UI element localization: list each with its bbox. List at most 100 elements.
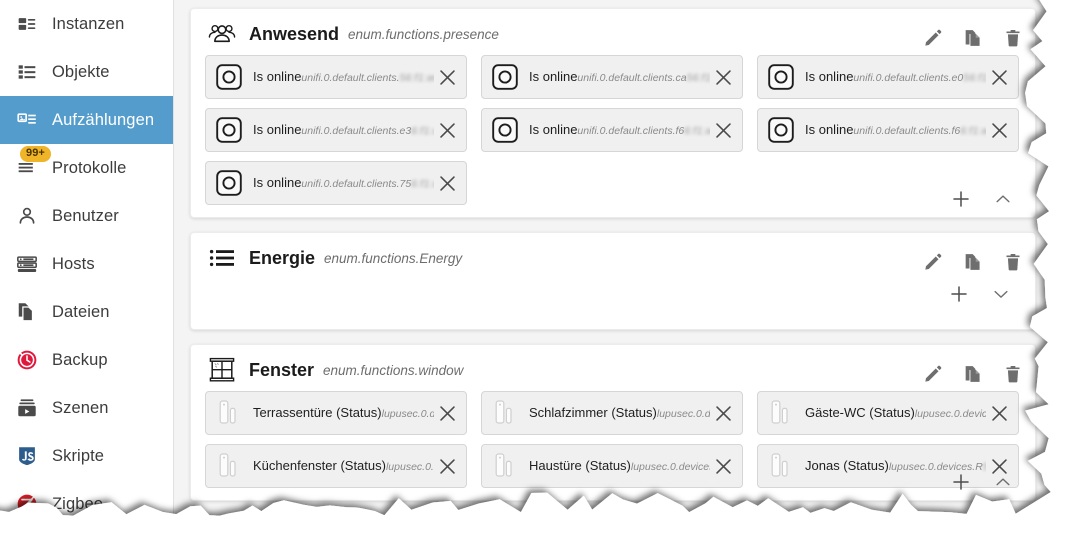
radiator-icon bbox=[205, 526, 239, 541]
enum-title: Anwesend bbox=[249, 23, 340, 44]
sidebar-item-zigbee[interactable]: Zigbee bbox=[0, 480, 173, 518]
close-icon[interactable] bbox=[710, 64, 736, 90]
enum-member-chip[interactable]: Is onlineunifi.0.default.clients.756:f1:… bbox=[205, 161, 467, 205]
add-icon[interactable] bbox=[951, 189, 971, 209]
door-sensor-icon bbox=[214, 451, 244, 481]
state-circle-icon bbox=[490, 115, 520, 145]
sidebar-item-objekte[interactable]: Objekte bbox=[0, 48, 173, 96]
enum-member-chip[interactable]: Is onlineunifi.0.default.clients.e056:f1… bbox=[757, 55, 1019, 99]
enum-id: enum.functions.window bbox=[323, 362, 464, 378]
sidebar-item-szenen[interactable]: Szenen bbox=[0, 384, 173, 432]
enum-card: Energie enum.functions.Energy bbox=[190, 232, 1036, 330]
enum-title: Heizung bbox=[249, 530, 319, 541]
enum-member-id: unifi.0.default.clients.56:f1:a6:76:22:7… bbox=[301, 72, 434, 84]
close-icon[interactable] bbox=[434, 453, 460, 479]
enum-member-chip[interactable]: Is onlineunifi.0.default.clients.f66:f1:… bbox=[757, 108, 1019, 152]
enum-card-header: Fenster enum.functions.window bbox=[205, 345, 1021, 391]
member-id-redacted: 6:f1:a6:76:22 bbox=[411, 178, 434, 190]
sidebar-item-label: Dateien bbox=[52, 302, 110, 321]
close-icon[interactable] bbox=[710, 453, 736, 479]
enum-member-text: Terrassentüre (Status)lupusec.0.devices.… bbox=[253, 404, 434, 422]
door-sensor-icon bbox=[490, 398, 520, 428]
files-icon bbox=[14, 300, 40, 324]
enum-member-id: lupusec.0.devices.R56:f1:a6:76:22tus_ex bbox=[631, 461, 710, 473]
enum-member-name: Jonas (Status) bbox=[805, 458, 889, 473]
sidebar-item-dateien[interactable]: Dateien bbox=[0, 288, 173, 336]
copy-icon[interactable] bbox=[963, 364, 983, 384]
close-icon[interactable] bbox=[434, 117, 460, 143]
sidebar: Instanzen Objekte Aufzählungen 99+ Protokoll… bbox=[0, 0, 174, 518]
edit-pencil-icon[interactable] bbox=[923, 535, 943, 541]
close-icon[interactable] bbox=[710, 117, 736, 143]
close-icon[interactable] bbox=[434, 64, 460, 90]
delete-icon[interactable] bbox=[1003, 28, 1023, 48]
close-icon[interactable] bbox=[986, 64, 1012, 90]
enum-member-name: Küchenfenster (Status) bbox=[253, 458, 386, 473]
member-id-redacted: 6:f1:a6:76:22 bbox=[960, 125, 986, 137]
copy-icon[interactable] bbox=[963, 28, 983, 48]
sidebar-item-backup[interactable]: Backup bbox=[0, 336, 173, 384]
enum-member-chip[interactable]: Is onlineunifi.0.default.clients.ca56:f1… bbox=[481, 55, 743, 99]
delete-icon[interactable] bbox=[1003, 252, 1023, 272]
backup-clock-icon bbox=[14, 348, 40, 372]
enum-id: enum.functions.Energy bbox=[324, 250, 463, 266]
door-sensor-icon bbox=[214, 398, 244, 428]
edit-pencil-icon[interactable] bbox=[923, 28, 943, 48]
close-icon[interactable] bbox=[434, 170, 460, 196]
enum-member-chip[interactable]: Schlafzimmer (Status)lupusec.0.devices.R… bbox=[481, 391, 743, 435]
member-id-redacted: 56:f1:a6:76:22 bbox=[963, 72, 986, 84]
enum-member-chip[interactable]: Gäste-WC (Status)lupusec.0.devices.RF56:… bbox=[757, 391, 1019, 435]
enum-member-name: Is online bbox=[805, 69, 854, 84]
enum-member-chip[interactable]: Terrassentüre (Status)lupusec.0.devices.… bbox=[205, 391, 467, 435]
sidebar-item-label: Instanzen bbox=[52, 14, 125, 33]
edit-pencil-icon[interactable] bbox=[923, 364, 943, 384]
state-circle-icon bbox=[214, 62, 244, 92]
member-id-prefix: lupusec.0.devices.R bbox=[385, 461, 434, 473]
sidebar-item-protokolle[interactable]: 99+ Protokolle bbox=[0, 144, 173, 192]
enum-title: Energie bbox=[249, 247, 316, 268]
delete-icon[interactable] bbox=[1003, 364, 1023, 384]
close-icon[interactable] bbox=[986, 117, 1012, 143]
enum-member-text: Gäste-WC (Status)lupusec.0.devices.RF56:… bbox=[805, 404, 986, 422]
sidebar-item-aufz-hlungen[interactable]: Aufzählungen bbox=[0, 96, 173, 144]
sidebar-item-instanzen[interactable]: Instanzen bbox=[0, 0, 173, 48]
enum-members: Terrassentüre (Status)lupusec.0.devices.… bbox=[205, 391, 1021, 490]
enum-member-chip[interactable]: Is onlineunifi.0.default.clients.f66:f1:… bbox=[481, 108, 743, 152]
edit-pencil-icon[interactable] bbox=[923, 252, 943, 272]
list-bullets-icon bbox=[205, 243, 239, 273]
enum-member-chip[interactable]: Haustüre (Status)lupusec.0.devices.R56:f… bbox=[481, 444, 743, 488]
enum-member-chip[interactable]: Is onlineunifi.0.default.clients.56:f1:a… bbox=[205, 55, 467, 99]
close-icon[interactable] bbox=[434, 400, 460, 426]
door-sensor-icon bbox=[490, 451, 520, 481]
window-icon bbox=[205, 355, 239, 385]
enum-title: Fenster bbox=[249, 359, 315, 380]
chevron-up-icon[interactable] bbox=[993, 472, 1013, 492]
delete-icon[interactable] bbox=[1003, 535, 1023, 541]
enum-member-id: unifi.0.default.clients.e36:f1:a6:76:220… bbox=[301, 125, 434, 137]
enum-member-id: unifi.0.default.clients.f66:f1:a6:76:222… bbox=[853, 125, 986, 137]
add-icon[interactable] bbox=[951, 472, 971, 492]
door-sensor-icon bbox=[766, 451, 796, 481]
enum-header-actions bbox=[923, 28, 1023, 48]
enum-id: enum.functions.presence bbox=[348, 26, 499, 42]
close-icon[interactable] bbox=[710, 400, 736, 426]
copy-icon[interactable] bbox=[963, 252, 983, 272]
copy-icon[interactable] bbox=[963, 535, 983, 541]
enum-member-chip[interactable]: Is onlineunifi.0.default.clients.e36:f1:… bbox=[205, 108, 467, 152]
member-id-prefix: lupusec.0.devices.R bbox=[630, 461, 710, 473]
sidebar-item-skripte[interactable]: Skripte bbox=[0, 432, 173, 480]
enum-member-text: Is onlineunifi.0.default.clients.e36:f1:… bbox=[253, 121, 434, 139]
enum-member-chip[interactable]: Küchenfenster (Status)lupusec.0.devices.… bbox=[205, 444, 467, 488]
sidebar-item-label: Zigbee bbox=[52, 494, 104, 513]
sidebar-item-label: Protokolle bbox=[52, 158, 127, 177]
sidebar-item-benutzer[interactable]: Benutzer bbox=[0, 192, 173, 240]
member-id-prefix: unifi.0.default.clients.f6 bbox=[853, 125, 961, 137]
sidebar-item-hosts[interactable]: Hosts bbox=[0, 240, 173, 288]
add-icon[interactable] bbox=[949, 284, 969, 304]
chevron-down-icon[interactable] bbox=[991, 284, 1011, 304]
close-icon[interactable] bbox=[986, 400, 1012, 426]
state-circle-icon bbox=[214, 115, 244, 145]
enum-member-text: Is onlineunifi.0.default.clients.f66:f1:… bbox=[805, 121, 986, 139]
enum-members: Is online unifi.0.default.clients.56:f1:a… bbox=[205, 55, 1021, 207]
chevron-up-icon[interactable] bbox=[993, 189, 1013, 209]
